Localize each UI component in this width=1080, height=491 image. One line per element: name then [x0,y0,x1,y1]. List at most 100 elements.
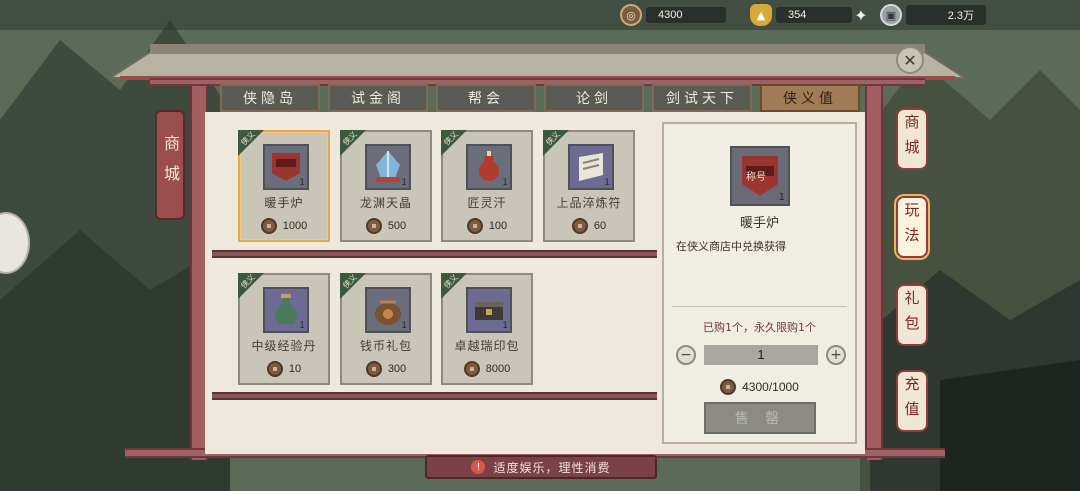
right-pillar [865,80,883,460]
gold-ingot-icon: ▲ [750,4,772,26]
coin-icon [365,218,382,234]
shelf-2 [212,392,657,400]
item-card[interactable]: 侠义 1 匠灵汗 100 [441,130,533,242]
game-scene: ◎ 4300 ▲ 354 ✦ ▣ 2.3万 侠隐岛 试金阁 帮会 论剑 剑试天下… [0,0,1080,491]
item-name: 龙渊天晶 [359,196,412,210]
item-card[interactable]: 侠义 1 卓越瑞印包 8000 [441,273,533,385]
detail-item-name: 暖手炉 [739,216,779,231]
price-value: 1000 [282,220,308,232]
item-name: 上品淬炼符 [556,196,622,210]
copper-coin-icon: ▣ [880,4,902,26]
side-tab-label: 玩法 [902,202,921,252]
quantity-field[interactable]: 1 [704,345,818,365]
divider [672,306,847,307]
item-price: 100 [443,218,531,234]
side-tab-recharge[interactable]: 充值 [896,370,928,432]
item-name: 中级经验丹 [251,339,317,353]
tab-xiayizhi[interactable]: 侠义值 [760,84,860,112]
minus-button[interactable]: − [676,345,696,365]
item-name: 钱币礼包 [359,339,412,353]
cash-amount: 2.3万 [906,5,986,25]
coin-amount: 4300 [646,7,726,23]
pouch-icon: 1 [365,287,411,333]
ingot-currency[interactable]: ▲ 354 [750,3,852,27]
item-card[interactable]: 侠义 1 中级经验丹 10 [238,273,330,385]
price-value: 100 [488,220,508,232]
bottle-icon: 1 [263,287,309,333]
side-tab-gift[interactable]: 礼包 [896,284,928,346]
plus-button[interactable]: + [826,345,846,365]
item-quantity: 1 [401,178,407,188]
price-value: 10 [288,363,302,375]
purchase-limit: 已购1个，永久限购1个 [703,321,816,334]
close-button[interactable]: ✕ [896,46,924,74]
item-name: 匠灵汗 [467,196,507,210]
side-tab-shop[interactable]: 商城 [896,108,928,170]
item-quantity: 1 [604,178,610,188]
tab-shijinge[interactable]: 试金阁 [328,84,428,112]
item-name: 卓越瑞印包 [454,339,520,353]
side-tab-label: 充值 [902,376,921,426]
warning-icon: ! [471,460,486,474]
item-detail-panel: 称号 1 暖手炉 在侠义商店中兑换获得 已购1个，永久限购1个 − 1 + 43… [662,122,857,444]
price-value: 8000 [485,363,511,375]
item-quantity: 1 [299,178,305,188]
shelf-1 [212,250,657,258]
cost-value: 4300/1000 [742,380,799,394]
item-quantity: 1 [299,321,305,331]
add-currency-button[interactable]: ✦ [850,3,872,27]
item-card[interactable]: 侠义 1 钱币礼包 300 [340,273,432,385]
ingot-amount: 354 [776,7,852,23]
price-value: 500 [387,220,407,232]
close-icon: ✕ [903,50,917,70]
roof-eave [110,44,965,80]
shop-sign: 商城 [155,110,185,220]
side-tab-label: 礼包 [902,290,921,340]
banner-icon: 称号 1 [730,146,790,206]
item-quantity: 1 [401,321,407,331]
item-price: 60 [545,218,633,234]
notice-banner: ! 适度娱乐，理性消费 [425,455,657,479]
sold-out-button[interactable]: 售 罄 [704,402,816,434]
crystal-icon: 1 [365,144,411,190]
tab-lunjian[interactable]: 论剑 [544,84,644,112]
item-card[interactable]: 侠义 1 暖手炉 1000 [238,130,330,242]
item-price: 1000 [240,218,328,234]
item-price: 500 [342,218,430,234]
price-value: 300 [387,363,407,375]
gourd-icon: 1 [466,144,512,190]
coin-icon [720,379,737,395]
side-tab-gameplay[interactable]: 玩法 [896,196,928,258]
price-value: 60 [593,220,607,232]
coin-currency[interactable]: ◎ 4300 [620,3,726,27]
item-card[interactable]: 侠义 1 上品淬炼符 60 [543,130,635,242]
item-price: 300 [342,361,430,377]
detail-description: 在侠义商店中兑换获得 [676,240,786,253]
coin-icon [365,361,382,377]
side-tab-label: 商城 [902,114,921,164]
shop-sign-label: 商城 [161,135,180,195]
detail-quantity: 1 [778,192,785,203]
coin-icon [463,361,480,377]
item-quantity: 1 [502,178,508,188]
item-name: 暖手炉 [264,196,304,210]
coin-icon [571,218,588,234]
plus-icon: ✦ [854,5,868,25]
cash-currency[interactable]: ▣ 2.3万 [880,3,986,27]
tab-xiayindao[interactable]: 侠隐岛 [220,84,320,112]
detail-badge: 称号 [746,172,766,183]
coin-icon [266,361,283,377]
currency-bar: ◎ 4300 ▲ 354 ✦ ▣ 2.3万 [610,0,1080,30]
quantity-stepper: − 1 + [672,342,850,368]
tab-jianshitianxia[interactable]: 剑试天下 [652,84,752,112]
shop-tabs: 侠隐岛 试金阁 帮会 论剑 剑试天下 侠义值 [220,84,860,114]
coin-icon [260,218,277,234]
item-card[interactable]: 侠义 1 龙渊天晶 500 [340,130,432,242]
tab-banghui[interactable]: 帮会 [436,84,536,112]
item-price: 10 [240,361,328,377]
notice-text: 适度娱乐，理性消费 [493,460,611,475]
banner-icon: 1 [263,144,309,190]
total-cost: 4300/1000 [664,379,855,395]
talisman-icon: 1 [568,144,614,190]
coin-icon [466,218,483,234]
